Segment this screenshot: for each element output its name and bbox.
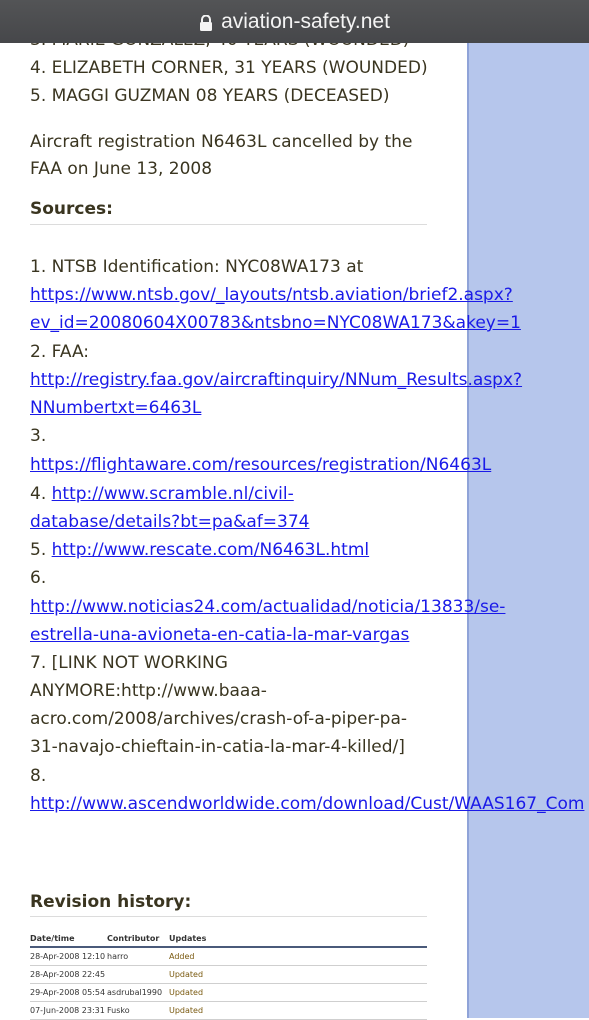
table-row: 29-Apr-2008 05:54 asdrubal1990 Updated [30,984,427,1002]
row-contributor: Fusko [107,1006,130,1015]
source-7-line-4: 31-navajo-chieftain-in-catia-la-mar-4-ki… [30,737,405,757]
revision-history-heading: Revision history: [30,892,192,912]
occupant-line-5: 5. MAGGI GUZMAN 08 YEARS (DECEASED) [30,86,390,106]
source-3-link[interactable]: https://flightaware.com/resources/regist… [30,455,491,475]
source-7-line-3: acro.com/2008/archives/crash-of-a-piper-… [30,709,408,729]
revision-history-table: Date/time Contributor Updates 28-Apr-200… [30,930,427,1020]
source-2-link-part-2[interactable]: NNumbertxt=6463L [30,398,201,418]
table-row: 28-Apr-2008 22:45 Updated [30,966,427,984]
source-4-link-part-2[interactable]: database/details?bt=pa&af=374 [30,512,309,532]
right-side-panel [467,0,589,1018]
row-update: Updated [169,988,204,997]
url-domain: aviation-safety.net [221,9,390,33]
source-6-link-part-2[interactable]: estrella-una-avioneta-en-catia-la-mar-va… [30,625,409,645]
source-1-label: 1. NTSB Identification: NYC08WA173 at [30,257,364,277]
source-6-label: 6. [30,568,47,588]
column-header-contributor: Contributor [107,933,160,943]
source-5-link[interactable]: http://www.rescate.com/N6463L.html [52,540,369,560]
table-row: 07-Jun-2008 23:31 Fusko Updated [30,1002,427,1020]
row-contributor: harro [107,952,129,961]
row-update: Updated [169,970,204,979]
table-header-row: Date/time Contributor Updates [30,930,427,948]
source-8-link[interactable]: http://www.ascendworldwide.com/download/… [30,794,584,814]
row-date: 28-Apr-2008 22:45 [30,970,106,979]
row-date: 07-Jun-2008 23:31 [30,1006,105,1015]
source-8-label: 8. [30,766,47,786]
sources-heading: Sources: [30,199,113,219]
row-date: 29-Apr-2008 05:54 [30,988,106,997]
registration-note-line-2: FAA on June 13, 2008 [30,159,213,179]
occupant-line-4: 4. ELIZABETH CORNER, 31 YEARS (WOUNDED) [30,58,428,78]
sources-divider [30,224,427,225]
source-3-label: 3. [30,426,47,446]
source-7-line-1: 7. [LINK NOT WORKING [30,653,228,673]
browser-url-bar[interactable]: aviation-safety.net [0,0,589,43]
source-1-link-part-1[interactable]: https://www.ntsb.gov/_layouts/ntsb.aviat… [30,285,513,305]
lock-icon [199,13,213,31]
row-date: 28-Apr-2008 12:10 [30,952,106,961]
source-4-label: 4. [30,484,52,504]
source-2-label: 2. FAA: [30,342,90,362]
source-1-link-part-2[interactable]: ev_id=20080604X00783&ntsbno=NYC08WA173&a… [30,313,521,333]
row-update: Updated [169,1006,204,1015]
column-header-datetime: Date/time [30,933,75,943]
source-6-link-part-1[interactable]: http://www.noticias24.com/actualidad/not… [30,597,505,617]
source-2-link-part-1[interactable]: http://registry.faa.gov/aircraftinquiry/… [30,370,522,390]
registration-note-line-1: Aircraft registration N6463L cancelled b… [30,132,413,152]
table-row: 28-Apr-2008 12:10 harro Added [30,948,427,966]
revision-divider [30,916,427,917]
source-7-line-2: ANYMORE:http://www.baaa- [30,681,267,701]
source-5-label: 5. [30,540,52,560]
column-header-updates: Updates [169,933,207,943]
row-update: Added [169,952,195,961]
source-4-link-part-1[interactable]: http://www.scramble.nl/civil- [52,484,294,504]
row-contributor: asdrubal1990 [107,988,163,997]
